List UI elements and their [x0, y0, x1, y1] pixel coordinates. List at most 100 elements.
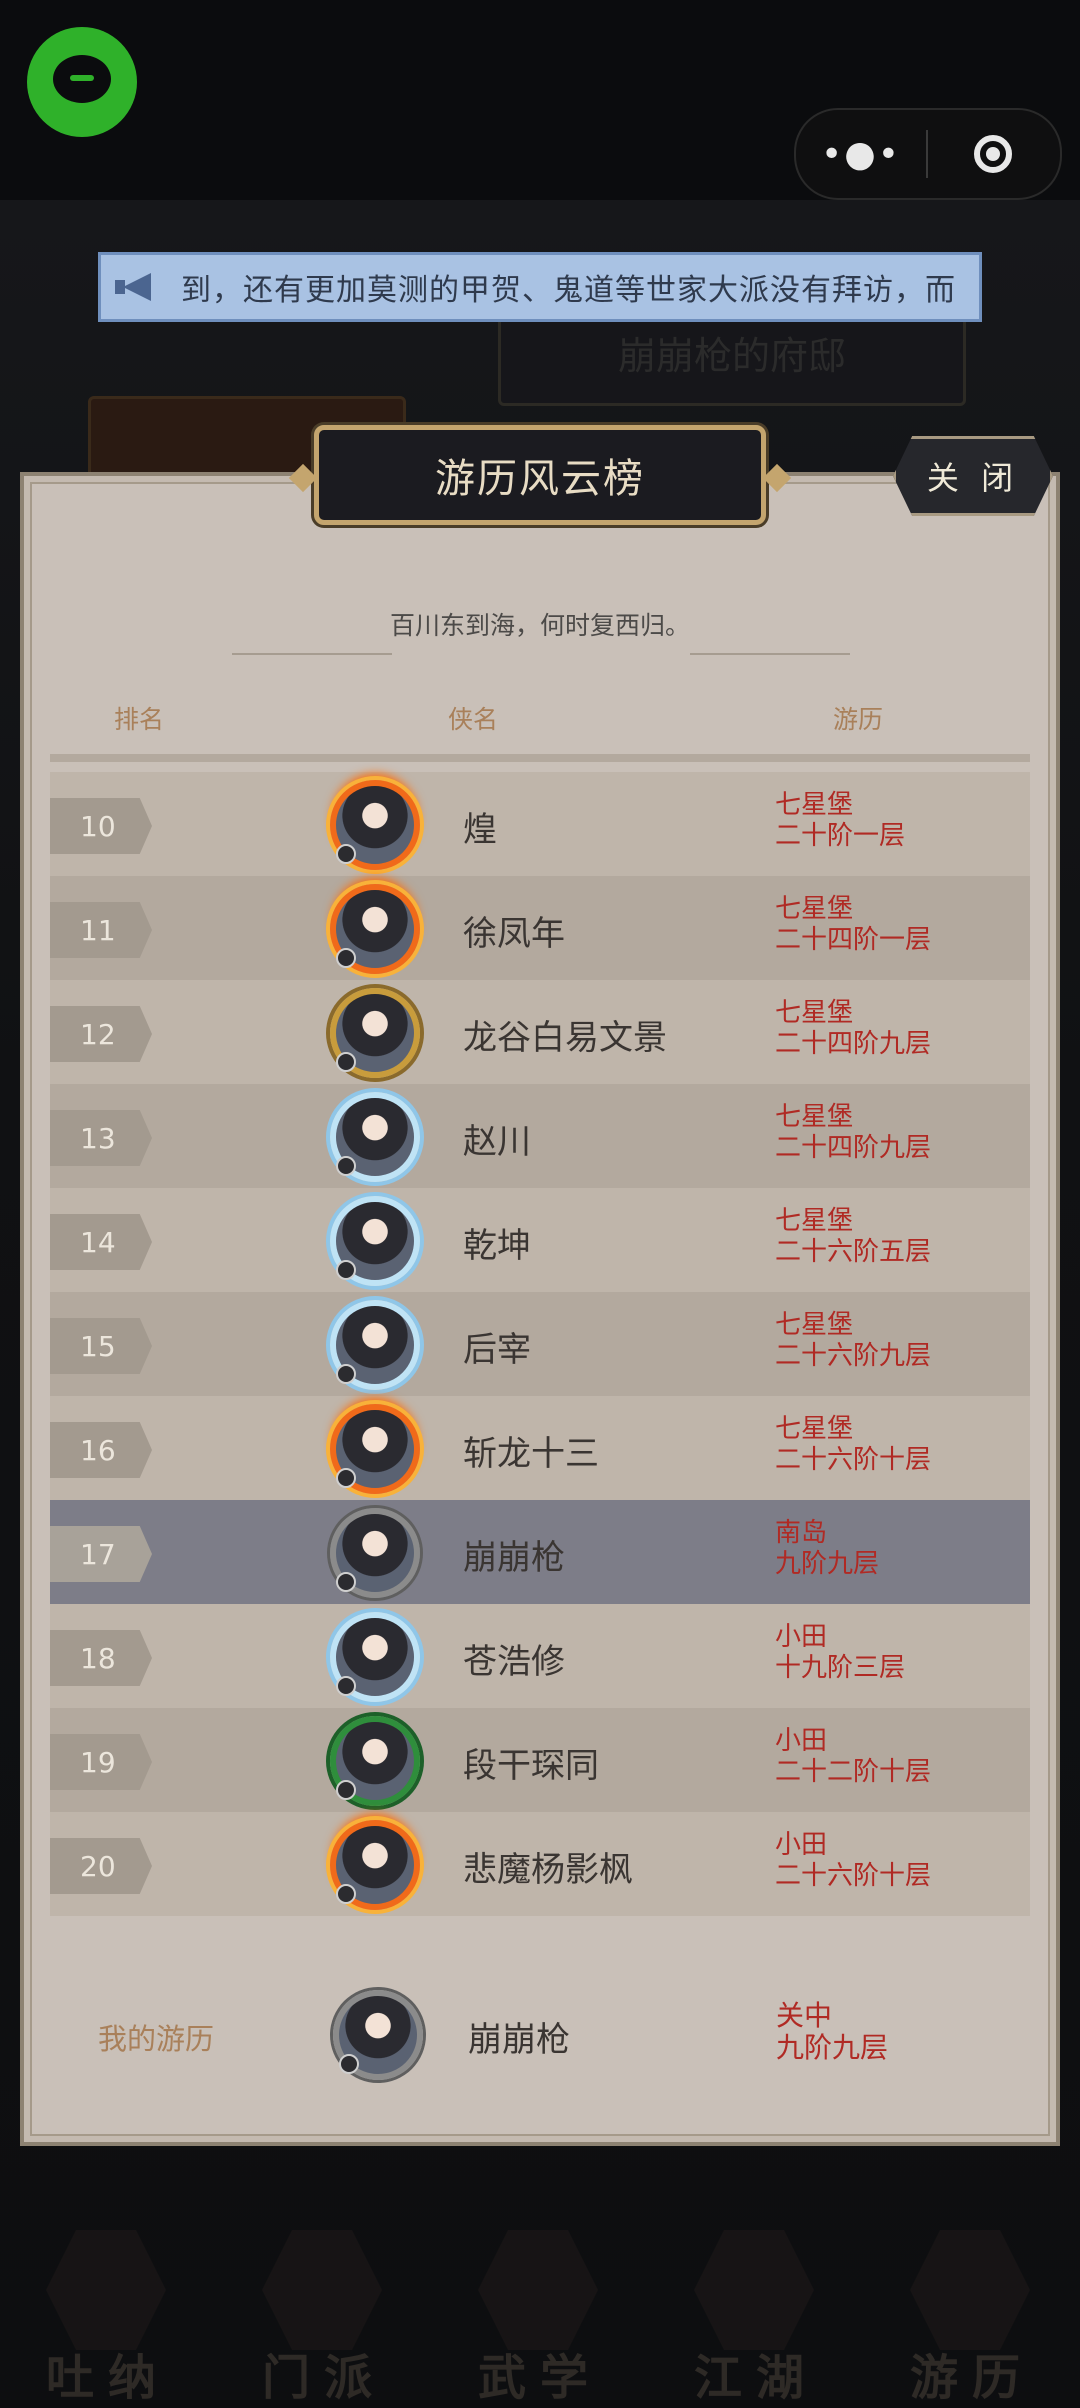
progress-level: 九阶九层 — [775, 1549, 880, 1579]
rank-badge-icon — [336, 1676, 356, 1696]
rank-number: 14 — [50, 1214, 152, 1270]
close-button[interactable]: 关 闭 — [893, 436, 1053, 516]
rank-badge-icon — [336, 1572, 356, 1592]
divider-left — [232, 653, 392, 655]
rank-number: 19 — [50, 1734, 152, 1790]
player-name: 崩崩枪 — [463, 1538, 565, 1578]
player-avatar[interactable] — [330, 1820, 420, 1910]
rank-number: 17 — [50, 1526, 152, 1582]
player-avatar[interactable] — [330, 1196, 420, 1286]
progress-level: 二十四阶九层 — [775, 1133, 932, 1163]
nav-label: 武学 — [477, 2350, 602, 2406]
rank-number: 10 — [50, 798, 152, 854]
progress-place: 七星堡 — [775, 1414, 854, 1444]
player-progress: 小田 十九阶三层 — [775, 1622, 905, 1684]
nav-item[interactable]: 门派 — [234, 2220, 414, 2406]
player-progress: 七星堡 二十阶一层 — [775, 790, 905, 852]
table-row[interactable]: 11 徐凤年 七星堡 二十四阶一层 — [50, 876, 1030, 980]
progress-level: 十九阶三层 — [775, 1653, 906, 1683]
nav-label: 吐纳 — [45, 2350, 170, 2406]
nav-item[interactable]: 武学 — [450, 2220, 630, 2406]
player-avatar[interactable] — [330, 1716, 420, 1806]
nav-emblem-icon — [910, 2230, 1030, 2350]
rank-number: 20 — [50, 1838, 152, 1894]
rank-badge-icon — [336, 1468, 356, 1488]
table-row[interactable]: 13 赵川 七星堡 二十四阶九层 — [50, 1084, 1030, 1188]
rank-number: 12 — [50, 1006, 152, 1062]
my-progress-level: 九阶九层 — [776, 2031, 889, 2064]
progress-level: 二十阶一层 — [775, 821, 906, 851]
rank-badge-icon — [336, 1156, 356, 1176]
nav-item[interactable]: 吐纳 — [18, 2220, 198, 2406]
player-name: 苍浩修 — [463, 1642, 565, 1682]
rank-badge-icon — [336, 1364, 356, 1384]
progress-level: 二十六阶十层 — [775, 1445, 932, 1475]
megaphone-icon — [115, 273, 153, 301]
player-avatar[interactable] — [330, 884, 420, 974]
more-options-icon[interactable]: •●• — [796, 134, 926, 175]
nav-emblem-icon — [478, 2230, 598, 2350]
nav-emblem-icon — [262, 2230, 382, 2350]
player-name: 龙谷白易文景 — [463, 1018, 667, 1058]
player-avatar[interactable] — [330, 1404, 420, 1494]
player-name: 徐凤年 — [463, 914, 565, 954]
player-progress: 七星堡 二十六阶五层 — [775, 1206, 931, 1268]
progress-place: 小田 — [775, 1726, 828, 1756]
panel-title: 游历风云榜 — [314, 425, 766, 525]
progress-place: 七星堡 — [775, 1102, 854, 1132]
progress-place: 七星堡 — [775, 1206, 854, 1236]
table-row[interactable]: 16 斩龙十三 七星堡 二十六阶十层 — [50, 1396, 1030, 1500]
rank-badge-icon — [336, 844, 356, 864]
player-name: 悲魔杨影枫 — [463, 1850, 633, 1890]
table-row-current-player[interactable]: 17 崩崩枪 南岛 九阶九层 — [50, 1500, 1030, 1604]
player-avatar[interactable] — [330, 988, 420, 1078]
player-progress: 七星堡 二十六阶九层 — [775, 1310, 931, 1372]
close-miniprogram-icon[interactable] — [928, 135, 1058, 173]
player-avatar[interactable] — [330, 780, 420, 870]
mansion-label: 崩崩枪的府邸 — [617, 334, 846, 378]
table-row[interactable]: 18 苍浩修 小田 十九阶三层 — [50, 1604, 1030, 1708]
my-record-label: 我的游历 — [98, 2022, 215, 2056]
player-name: 赵川 — [463, 1122, 531, 1162]
nav-label: 江湖 — [693, 2350, 818, 2406]
divider-right — [690, 653, 850, 655]
header-progress: 游历 — [833, 705, 884, 734]
player-name: 段干琛同 — [463, 1746, 599, 1786]
progress-level: 二十二阶十层 — [775, 1757, 932, 1787]
table-row[interactable]: 20 悲魔杨影枫 小田 二十六阶十层 — [50, 1812, 1030, 1916]
table-row[interactable]: 14 乾坤 七星堡 二十六阶五层 — [50, 1188, 1030, 1292]
table-row-partial — [50, 754, 1030, 762]
table-row[interactable]: 19 段干琛同 小田 二十二阶十层 — [50, 1708, 1030, 1812]
table-row[interactable]: 12 龙谷白易文景 七星堡 二十四阶九层 — [50, 980, 1030, 1084]
player-progress: 七星堡 二十四阶九层 — [775, 1102, 931, 1164]
table-row[interactable]: 15 后宰 七星堡 二十六阶九层 — [50, 1292, 1030, 1396]
nav-item[interactable]: 江湖 — [666, 2220, 846, 2406]
progress-level: 二十六阶五层 — [775, 1237, 932, 1267]
progress-place: 小田 — [775, 1830, 828, 1860]
progress-place: 七星堡 — [775, 1310, 854, 1340]
player-progress: 南岛 九阶九层 — [775, 1518, 879, 1580]
rank-badge-icon — [336, 1884, 356, 1904]
nav-item[interactable]: 游历 — [882, 2220, 1062, 2406]
progress-place: 七星堡 — [775, 894, 854, 924]
nav-emblem-icon — [694, 2230, 814, 2350]
my-avatar[interactable] — [333, 1990, 423, 2080]
progress-level: 二十六阶十层 — [775, 1861, 932, 1891]
my-progress-place: 关中 — [776, 1999, 833, 2032]
bottom-nav: 吐纳 门派 武学 江湖 游历 — [0, 2220, 1080, 2406]
player-name: 斩龙十三 — [463, 1434, 599, 1474]
ranking-list[interactable]: 10 煌七星堡 二十阶一层 11 徐凤年 七星堡 二十四阶一层 12 龙谷白易文景 七星堡 二十四阶… — [50, 754, 1030, 1926]
player-avatar[interactable] — [330, 1092, 420, 1182]
player-avatar[interactable] — [330, 1612, 420, 1702]
header-rank: 排名 — [114, 705, 165, 734]
player-avatar[interactable] — [330, 1508, 420, 1598]
rank-badge-icon — [336, 1780, 356, 1800]
rank-number: 11 — [50, 902, 152, 958]
player-name: 煌 — [463, 810, 497, 850]
my-progress: 关中 九阶九层 — [776, 2000, 888, 2064]
panel-subtitle: 百川东到海，何时复西归。 — [389, 611, 690, 640]
table-row[interactable]: 10 煌 七星堡 二十阶一层 — [50, 772, 1030, 876]
progress-place: 七星堡 — [775, 998, 854, 1028]
player-avatar[interactable] — [330, 1300, 420, 1390]
rank-badge-icon — [336, 1260, 356, 1280]
